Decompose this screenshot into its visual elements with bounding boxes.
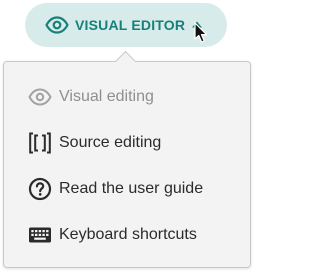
- menu-item-source-editing[interactable]: Source editing: [4, 125, 250, 161]
- source-brackets-icon: [29, 132, 51, 154]
- mouse-cursor-icon: [194, 22, 208, 43]
- menu-item-visual-editing[interactable]: Visual editing: [4, 79, 250, 115]
- menu-item-label: Keyboard shortcuts: [59, 226, 197, 243]
- visual-editor-label: VISUAL EDITOR: [75, 17, 186, 33]
- menu-item-keyboard-shortcuts[interactable]: Keyboard shortcuts: [4, 217, 250, 253]
- menu-item-user-guide[interactable]: Read the user guide: [4, 171, 250, 207]
- eye-icon: [45, 16, 69, 34]
- menu-item-label: Visual editing: [59, 88, 154, 105]
- editor-mode-switcher: VISUAL EDITOR Visual editing Source edit…: [0, 0, 254, 271]
- keyboard-icon: [29, 227, 51, 243]
- eye-icon: [28, 88, 52, 106]
- editor-mode-menu: Visual editing Source editing Read the u…: [3, 61, 251, 268]
- menu-item-label: Read the user guide: [59, 180, 204, 197]
- help-circle-icon: [28, 177, 52, 201]
- menu-item-label: Source editing: [59, 134, 162, 151]
